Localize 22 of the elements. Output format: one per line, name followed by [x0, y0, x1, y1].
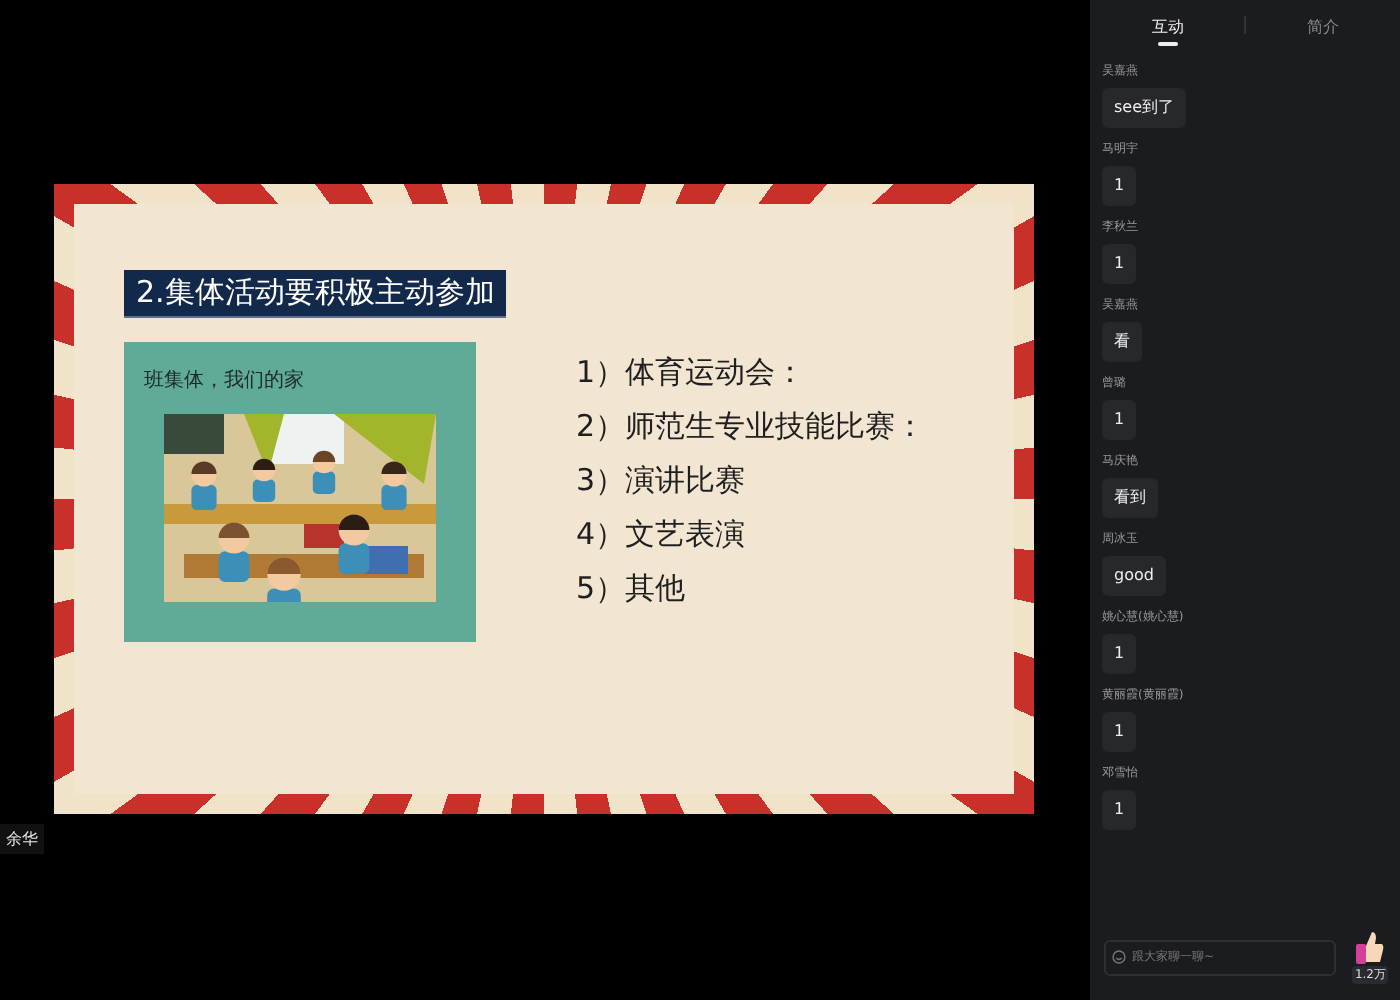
chat-message: 1	[1102, 166, 1137, 206]
tab[interactable]: 互动	[1090, 0, 1245, 52]
emoji-icon[interactable]	[1112, 950, 1126, 964]
chat-message: 1	[1102, 244, 1137, 284]
list-item: 5）其他	[576, 570, 686, 606]
chat-message: 看	[1102, 322, 1142, 362]
slide-title: 2.集体活动要积极主动参加	[124, 270, 507, 318]
chat-message: 1	[1102, 634, 1137, 674]
chat-message: 1	[1102, 400, 1137, 440]
thumbs-up-icon[interactable]	[1356, 930, 1385, 964]
speaker-name: 余华	[0, 824, 44, 854]
chat-message: 1	[1102, 790, 1137, 830]
chat-message: good	[1102, 556, 1166, 596]
chat-message: see到了	[1102, 88, 1187, 128]
list-item: 2）师范生专业技能比赛：	[576, 408, 926, 444]
picture-caption: 班集体，我们的家	[144, 367, 304, 394]
chat-message: 看到	[1102, 478, 1158, 518]
list-item: 4）文艺表演	[576, 516, 746, 552]
chat-message: 1	[1102, 712, 1137, 752]
list-item: 1）体育运动会：	[576, 354, 806, 390]
tab[interactable]: 简介	[1245, 0, 1400, 52]
list-item: 3）演讲比赛	[576, 462, 746, 498]
